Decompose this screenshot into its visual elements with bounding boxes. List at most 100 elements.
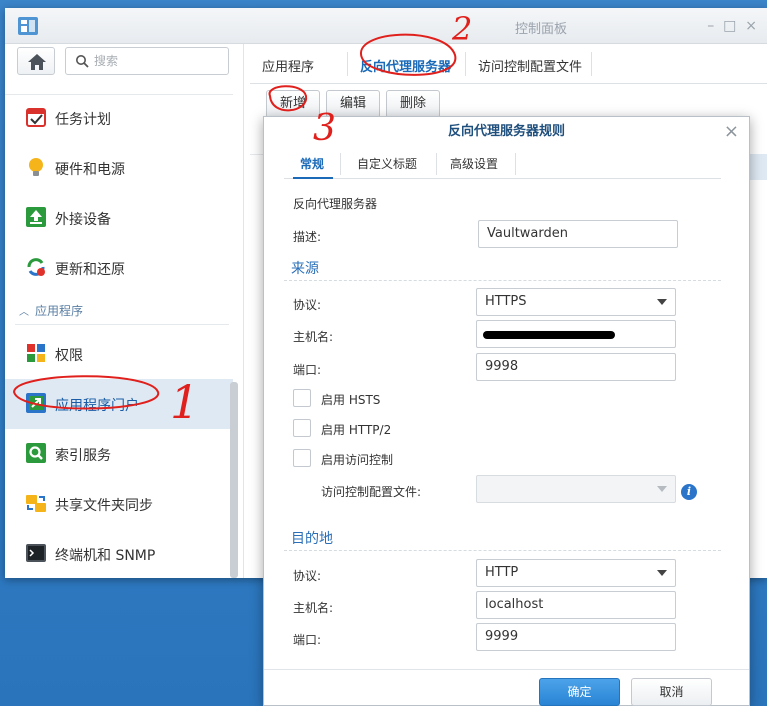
ok-button[interactable]: 确定 [539, 678, 620, 706]
refresh-icon [27, 258, 45, 276]
sidebar-item-label: 应用程序门户 [55, 398, 139, 414]
source-section-title: 来源 [291, 261, 319, 277]
lightbulb-icon [29, 158, 43, 176]
sidebar-item-shared-folder-sync[interactable]: 共享文件夹同步 [5, 479, 233, 529]
footer-divider [264, 669, 749, 670]
description-label: 描述: [293, 230, 322, 244]
access-control-checkbox[interactable] [293, 449, 311, 467]
tab-reverse-proxy[interactable]: 反向代理服务器 [360, 56, 451, 75]
http2-label: 启用 HTTP/2 [321, 423, 392, 437]
destination-protocol-value: HTTP [485, 565, 519, 580]
folder-sync-icon [26, 495, 46, 512]
http2-checkbox[interactable] [293, 419, 311, 437]
destination-port-label: 端口: [293, 633, 322, 647]
access-control-label: 启用访问控制 [321, 453, 394, 467]
upload-drive-icon [26, 207, 46, 227]
app-portal-icon [26, 393, 46, 413]
edit-button[interactable]: 编辑 [326, 90, 381, 118]
main-tabs: 应用程序 反向代理服务器 访问控制配置文件 [250, 44, 767, 84]
description-input[interactable]: Vaultwarden [478, 220, 678, 248]
permissions-icon [27, 344, 45, 362]
chevron-down-icon [657, 486, 667, 492]
sidebar-divider [15, 324, 229, 325]
sidebar-item-indexing-service[interactable]: 索引服务 [5, 429, 233, 479]
redaction-mark [483, 331, 615, 339]
info-icon[interactable]: i [681, 484, 697, 500]
tab-general[interactable]: 常规 [300, 155, 324, 172]
sidebar-item-label: 更新和还原 [55, 262, 125, 278]
sidebar-item-update-restore[interactable]: 更新和还原 [5, 243, 233, 293]
destination-hostname-value: localhost [485, 597, 544, 612]
tab-separator [436, 153, 437, 175]
destination-protocol-label: 协议: [293, 569, 322, 583]
destination-section-title: 目的地 [291, 531, 333, 547]
sidebar-item-application-portal[interactable]: 应用程序门户 [5, 379, 233, 429]
group-label: 反向代理服务器 [293, 197, 378, 211]
sidebar-item-label: 权限 [55, 348, 83, 364]
tab-applications[interactable]: 应用程序 [262, 56, 314, 75]
chevron-up-icon: ︿ [19, 307, 29, 318]
hsts-label: 启用 HSTS [321, 393, 381, 407]
search-box[interactable] [65, 47, 229, 75]
source-hostname-input[interactable] [476, 320, 676, 348]
sidebar-item-permissions[interactable]: 权限 [5, 329, 233, 379]
search-icon [76, 55, 89, 68]
create-button[interactable]: 新增 [266, 90, 321, 118]
hsts-checkbox[interactable] [293, 389, 311, 407]
sidebar-item-task-scheduler[interactable]: 任务计划 [5, 93, 233, 143]
calendar-check-icon [26, 108, 46, 127]
window-controls[interactable]: – □ × [707, 18, 757, 34]
source-hostname-label: 主机名: [293, 330, 334, 344]
source-protocol-select[interactable]: HTTPS [476, 288, 676, 316]
tab-separator [465, 52, 466, 76]
sidebar-item-label: 终端机和 SNMP [55, 548, 156, 564]
delete-button[interactable]: 删除 [386, 90, 441, 118]
home-icon [28, 54, 46, 70]
sidebar-item-label: 外接设备 [55, 212, 111, 228]
source-port-value: 9998 [485, 359, 519, 374]
chevron-down-icon [657, 570, 667, 576]
tab-separator [340, 153, 341, 175]
tab-separator [591, 52, 592, 76]
index-search-icon [26, 443, 46, 463]
close-icon[interactable]: × [724, 122, 739, 142]
source-port-label: 端口: [293, 363, 322, 377]
sidebar: 任务计划 硬件和电源 外接设备 更新和还原 [5, 44, 245, 578]
destination-port-input[interactable]: 9999 [476, 623, 676, 651]
source-protocol-label: 协议: [293, 298, 322, 312]
destination-port-value: 9999 [485, 629, 519, 644]
home-button[interactable] [17, 47, 55, 75]
dialog-title: 反向代理服务器规则 [447, 124, 565, 139]
destination-protocol-select[interactable]: HTTP [476, 559, 676, 587]
terminal-icon [26, 544, 46, 562]
tab-custom-header[interactable]: 自定义标题 [357, 155, 417, 172]
window-title: 控制面板 [514, 22, 567, 37]
sidebar-border [243, 44, 244, 578]
sidebar-item-terminal-snmp[interactable]: 终端机和 SNMP [5, 529, 233, 579]
sidebar-item-external-devices[interactable]: 外接设备 [5, 193, 233, 243]
access-profile-select[interactable] [476, 475, 676, 503]
source-port-input[interactable]: 9998 [476, 353, 676, 381]
sidebar-item-label: 索引服务 [55, 448, 111, 464]
sidebar-section-label: 应用程序 [35, 304, 84, 318]
destination-hostname-input[interactable]: localhost [476, 591, 676, 619]
access-profile-label: 访问控制配置文件: [321, 485, 422, 499]
sidebar-item-hardware-power[interactable]: 硬件和电源 [5, 143, 233, 193]
tab-separator [347, 52, 348, 76]
sidebar-section-applications[interactable]: ︿ 应用程序 [19, 302, 83, 319]
tab-access-control-profile[interactable]: 访问控制配置文件 [478, 56, 582, 75]
section-divider [284, 550, 721, 551]
sidebar-item-label: 硬件和电源 [55, 162, 125, 178]
description-value: Vaultwarden [487, 226, 569, 241]
tab-advanced-settings[interactable]: 高级设置 [450, 155, 498, 172]
active-tab-indicator [293, 177, 333, 179]
destination-hostname-label: 主机名: [293, 601, 334, 615]
source-protocol-value: HTTPS [485, 294, 527, 309]
search-input[interactable] [94, 52, 222, 70]
title-bar: 控制面板 – □ × [5, 8, 767, 44]
sidebar-scrollbar[interactable] [230, 382, 238, 578]
control-panel-icon [18, 17, 38, 35]
chevron-down-icon [657, 299, 667, 305]
cancel-button[interactable]: 取消 [631, 678, 712, 706]
reverse-proxy-rule-dialog: 反向代理服务器规则 × 常规 自定义标题 高级设置 反向代理服务器 描述: Va… [263, 116, 750, 706]
